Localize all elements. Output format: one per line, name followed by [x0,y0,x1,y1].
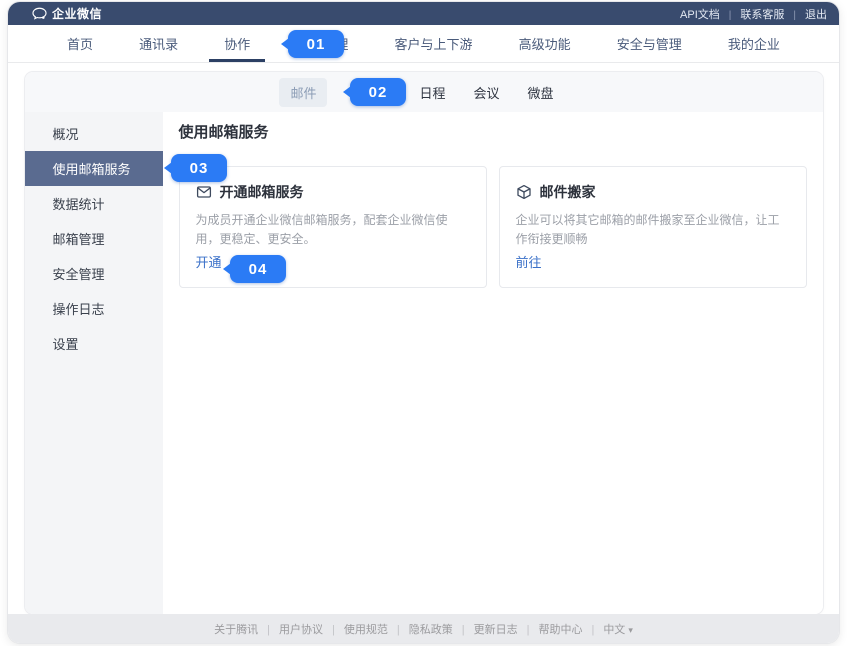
step-badge-02: 02 [350,78,406,106]
topbar: 企业微信 API文档 联系客服 退出 [8,2,839,25]
panel-body: 概况 使用邮箱服务 数据统计 邮箱管理 安全管理 操作日志 设置 使用邮箱服务 [25,112,823,614]
subnav-tab-mail[interactable]: 邮件 [279,78,327,107]
card-title: 邮件搬家 [540,182,596,202]
wechat-work-logo-icon [32,7,47,20]
footer-link-usage-rules[interactable]: 使用规范 [323,621,388,637]
contact-support-link[interactable]: 联系客服 [720,6,785,22]
sidebar-item-statistics[interactable]: 数据统计 [25,186,163,221]
card-description: 为成员开通企业微信邮箱服务，配套企业微信使用，更稳定、更安全。 [196,211,470,249]
main-nav: 首页 通讯录 协作 应用管理 客户与上下游 高级功能 安全与管理 我的企业 [8,25,839,63]
card-title-row: 邮件搬家 [516,182,790,202]
nav-item-my-company[interactable]: 我的企业 [728,25,780,62]
footer: 关于腾讯 用户协议 使用规范 隐私政策 更新日志 帮助中心 中文▾ [8,614,839,643]
topbar-links: API文档 联系客服 退出 [680,6,827,22]
go-link[interactable]: 前往 [516,252,542,271]
nav-item-customers[interactable]: 客户与上下游 [395,25,473,62]
card-title: 开通邮箱服务 [220,182,304,202]
footer-link-user-agreement[interactable]: 用户协议 [258,621,323,637]
page-title: 使用邮箱服务 [179,124,807,142]
envelope-icon [196,184,212,200]
content-area: 使用邮箱服务 开通邮箱服务 [163,112,823,614]
sidebar-item-security-management[interactable]: 安全管理 [25,256,163,291]
chevron-down-icon: ▾ [628,625,633,635]
subnav-tab-meeting[interactable]: 会议 [474,83,500,102]
api-docs-link[interactable]: API文档 [680,6,720,22]
logout-link[interactable]: 退出 [784,6,827,22]
nav-item-advanced[interactable]: 高级功能 [519,25,571,62]
language-selector[interactable]: 中文▾ [582,621,632,637]
app-window: 企业微信 API文档 联系客服 退出 首页 通讯录 协作 应用管理 客户与上下游… [8,2,839,643]
nav-item-contacts[interactable]: 通讯录 [139,25,178,62]
footer-link-about-tencent[interactable]: 关于腾讯 [214,621,258,637]
nav-item-security[interactable]: 安全与管理 [617,25,682,62]
card-description: 企业可以将其它邮箱的邮件搬家至企业微信，让工作衔接更顺畅 [516,211,790,249]
subnav-tab-schedule[interactable]: 日程 [419,83,445,102]
app-logo[interactable]: 企业微信 [32,5,102,22]
app-logo-text: 企业微信 [52,5,102,22]
card-title-row: 开通邮箱服务 [196,182,470,202]
step-badge-04: 04 [230,255,286,283]
box-icon [516,184,532,200]
footer-link-help-center[interactable]: 帮助中心 [518,621,583,637]
body-area: 邮件 日程 会议 微盘 概况 使用邮箱服务 数据统计 邮箱管理 安全管理 操作日… [8,63,839,643]
step-badge-01: 01 [288,30,344,58]
card-mail-migration: 邮件搬家 企业可以将其它邮箱的邮件搬家至企业微信，让工作衔接更顺畅 前往 [499,166,807,288]
nav-item-home[interactable]: 首页 [67,25,93,62]
subnav: 邮件 日程 会议 微盘 [25,72,823,112]
step-badge-03: 03 [171,154,227,182]
subnav-tab-drive[interactable]: 微盘 [528,83,554,102]
sidebar-item-overview[interactable]: 概况 [25,116,163,151]
main-panel: 邮件 日程 会议 微盘 概况 使用邮箱服务 数据统计 邮箱管理 安全管理 操作日… [25,72,823,614]
sidebar-item-operation-log[interactable]: 操作日志 [25,291,163,326]
sidebar-item-mailbox-management[interactable]: 邮箱管理 [25,221,163,256]
enable-link[interactable]: 开通 [196,252,222,271]
footer-link-changelog[interactable]: 更新日志 [453,621,518,637]
sidebar: 概况 使用邮箱服务 数据统计 邮箱管理 安全管理 操作日志 设置 [25,112,163,614]
footer-link-privacy-policy[interactable]: 隐私政策 [388,621,453,637]
sidebar-item-settings[interactable]: 设置 [25,326,163,361]
nav-item-collaboration[interactable]: 协作 [224,25,250,62]
sidebar-item-use-mail-service[interactable]: 使用邮箱服务 [25,151,163,186]
